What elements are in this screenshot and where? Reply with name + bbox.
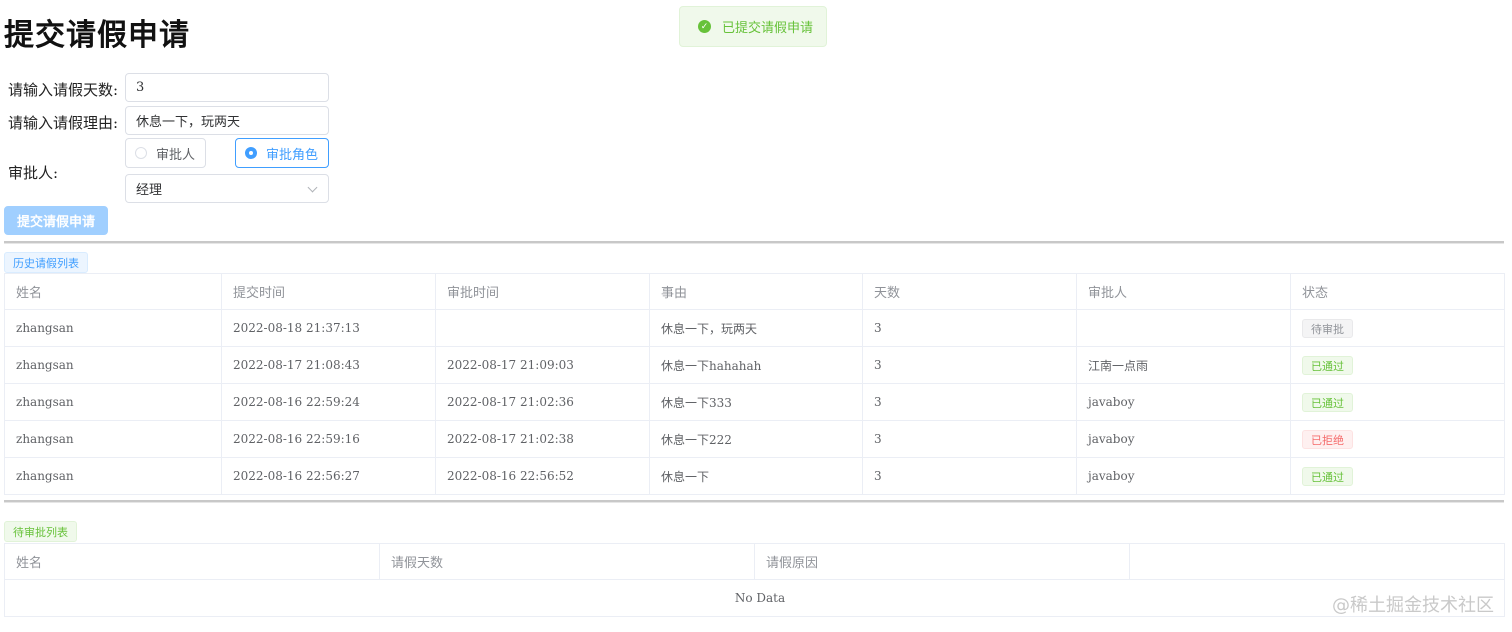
- cell-approve-time: 2022-08-17 21:02:38: [435, 420, 650, 458]
- radio-checked-icon: [245, 147, 257, 159]
- col-approver[interactable]: 审批人: [1076, 273, 1291, 310]
- cell-days: 3: [862, 346, 1077, 384]
- empty-text: No Data: [4, 579, 1505, 617]
- table-row[interactable]: zhangsan 2022-08-16 22:59:16 2022-08-17 …: [4, 420, 1505, 458]
- cell-approver: javaboy: [1076, 457, 1291, 495]
- cell-submit-time: 2022-08-18 21:37:13: [221, 309, 436, 347]
- col-name[interactable]: 姓名: [4, 543, 380, 580]
- table-row[interactable]: zhangsan 2022-08-18 21:37:13 休息一下，玩两天 3 …: [4, 309, 1505, 347]
- cell-status: 已通过: [1290, 346, 1505, 384]
- cell-days: 3: [862, 457, 1077, 495]
- cell-days: 3: [862, 309, 1077, 347]
- col-leave-reason[interactable]: 请假原因: [754, 543, 1130, 580]
- role-select-value: 经理: [136, 183, 163, 198]
- role-select[interactable]: 经理: [125, 174, 329, 203]
- toast-message: 已提交请假申请: [722, 21, 814, 36]
- divider: [4, 500, 1504, 503]
- cell-submit-time: 2022-08-16 22:56:27: [221, 457, 436, 495]
- col-actions: [1129, 543, 1505, 580]
- radio-approver[interactable]: 审批人: [125, 138, 206, 168]
- empty-row: No Data: [4, 579, 1505, 617]
- status-badge: 待审批: [1302, 318, 1353, 338]
- cell-name: zhangsan: [4, 346, 222, 384]
- history-table: 姓名 提交时间 审批时间 事由 天数 审批人 状态 zhangsan 2022-…: [4, 273, 1505, 495]
- cell-approve-time: 2022-08-17 21:09:03: [435, 346, 650, 384]
- status-badge: 已通过: [1302, 392, 1353, 412]
- divider: [4, 241, 1504, 244]
- col-days[interactable]: 天数: [862, 273, 1077, 310]
- page-title: 提交请假申请: [4, 18, 190, 53]
- radio-role-label: 审批角色: [266, 147, 319, 163]
- cell-status: 已拒绝: [1290, 420, 1505, 458]
- cell-approver: javaboy: [1076, 383, 1291, 421]
- cell-status: 已通过: [1290, 457, 1505, 495]
- cell-name: zhangsan: [4, 420, 222, 458]
- watermark: @稀土掘金技术社区: [1332, 595, 1494, 616]
- col-leave-days[interactable]: 请假天数: [379, 543, 755, 580]
- pending-table: 姓名 请假天数 请假原因 No Data: [4, 543, 1505, 617]
- status-badge: 已通过: [1302, 466, 1353, 486]
- cell-approve-time: [435, 309, 650, 347]
- col-status[interactable]: 状态: [1290, 273, 1505, 310]
- table-row[interactable]: zhangsan 2022-08-16 22:56:27 2022-08-16 …: [4, 457, 1505, 495]
- col-reason[interactable]: 事由: [649, 273, 863, 310]
- status-badge: 已拒绝: [1302, 429, 1353, 449]
- reason-input[interactable]: 休息一下，玩两天: [125, 106, 329, 135]
- reason-label: 请输入请假理由:: [8, 114, 119, 132]
- cell-submit-time: 2022-08-16 22:59:16: [221, 420, 436, 458]
- cell-days: 3: [862, 383, 1077, 421]
- cell-status: 待审批: [1290, 309, 1505, 347]
- cell-reason: 休息一下: [649, 457, 863, 495]
- cell-reason: 休息一下333: [649, 383, 863, 421]
- cell-name: zhangsan: [4, 309, 222, 347]
- radio-circle-icon: [135, 147, 147, 159]
- cell-name: zhangsan: [4, 457, 222, 495]
- cell-status: 已通过: [1290, 383, 1505, 421]
- cell-approver: 江南一点雨: [1076, 346, 1291, 384]
- days-input[interactable]: 3: [125, 73, 329, 102]
- cell-reason: 休息一下hahahah: [649, 346, 863, 384]
- radio-role[interactable]: 审批角色: [235, 138, 329, 168]
- history-tag: 历史请假列表: [4, 252, 88, 273]
- submit-leave-button[interactable]: 提交请假申请: [4, 206, 108, 235]
- table-row[interactable]: zhangsan 2022-08-16 22:59:24 2022-08-17 …: [4, 383, 1505, 421]
- status-badge: 已通过: [1302, 355, 1353, 375]
- cell-submit-time: 2022-08-17 21:08:43: [221, 346, 436, 384]
- col-name[interactable]: 姓名: [4, 273, 222, 310]
- table-row[interactable]: zhangsan 2022-08-17 21:08:43 2022-08-17 …: [4, 346, 1505, 384]
- cell-approve-time: 2022-08-17 21:02:36: [435, 383, 650, 421]
- days-label: 请输入请假天数:: [8, 81, 119, 99]
- check-circle-icon: ✓: [698, 20, 711, 33]
- cell-approver: [1076, 309, 1291, 347]
- pending-tag: 待审批列表: [4, 521, 77, 542]
- cell-approver: javaboy: [1076, 420, 1291, 458]
- cell-days: 3: [862, 420, 1077, 458]
- cell-name: zhangsan: [4, 383, 222, 421]
- chevron-down-icon: [307, 182, 318, 193]
- cell-reason: 休息一下222: [649, 420, 863, 458]
- cell-reason: 休息一下，玩两天: [649, 309, 863, 347]
- approver-label: 审批人:: [8, 164, 59, 182]
- pending-header-row: 姓名 请假天数 请假原因: [4, 543, 1505, 580]
- col-submit-time[interactable]: 提交时间: [221, 273, 436, 310]
- radio-approver-label: 审批人: [156, 147, 196, 163]
- cell-submit-time: 2022-08-16 22:59:24: [221, 383, 436, 421]
- success-toast: ✓ 已提交请假申请: [679, 6, 827, 47]
- cell-approve-time: 2022-08-16 22:56:52: [435, 457, 650, 495]
- col-approve-time[interactable]: 审批时间: [435, 273, 650, 310]
- history-header-row: 姓名 提交时间 审批时间 事由 天数 审批人 状态: [4, 273, 1505, 310]
